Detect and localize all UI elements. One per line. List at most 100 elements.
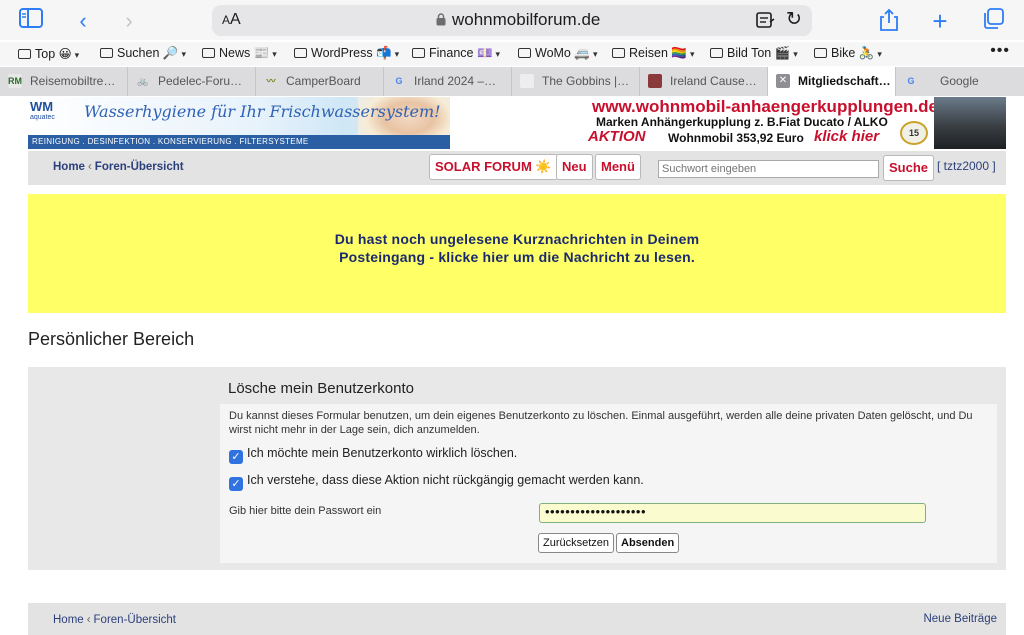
bookmark-folder-wordpress[interactable]: WordPress 📬 ▾ xyxy=(294,46,399,61)
banner-strip: REINIGUNG . DESINFEKTION . KONSERVIERUNG… xyxy=(28,135,450,149)
wm-logo-sub: aquatec xyxy=(30,114,55,121)
menu-button[interactable]: Menü xyxy=(595,154,641,180)
tab-the-gobbins[interactable]: The Gobbins |… xyxy=(512,67,640,96)
chevron-down-icon: ▾ xyxy=(394,49,400,59)
chevron-down-icon: ▾ xyxy=(877,49,882,59)
bookmark-label: Top 😀 xyxy=(35,47,72,61)
tab-irland-2024[interactable]: G Irland 2024 –… xyxy=(384,67,512,96)
tab-label: Irland 2024 –… xyxy=(414,74,497,88)
favicon-icon: RM xyxy=(8,74,22,88)
sidebar-icon[interactable] xyxy=(18,8,44,34)
banner-price: Wohnmobil 353,92 Euro xyxy=(668,131,804,145)
new-tab-icon[interactable]: + xyxy=(927,8,953,34)
bookmark-folder-bild-ton[interactable]: Bild Ton 🎬 ▾ xyxy=(710,46,798,61)
chevron-down-icon: ▾ xyxy=(592,49,598,59)
confirm-delete-checkbox[interactable]: ✓ xyxy=(229,450,243,464)
footer-home-link[interactable]: Home xyxy=(53,614,84,626)
bookmark-label: Bike 🚴 xyxy=(831,46,875,60)
folder-icon xyxy=(100,48,113,58)
favicon-icon xyxy=(520,74,534,88)
new-button[interactable]: Neu xyxy=(556,154,593,180)
search-input[interactable] xyxy=(658,160,879,178)
ad-banner-towbars[interactable]: www.wohnmobil-anhaengerkupplungen.de Mar… xyxy=(586,97,1006,149)
wm-logo: WM xyxy=(30,99,54,114)
chevron-down-icon: ▾ xyxy=(689,49,695,59)
forward-icon[interactable]: › xyxy=(116,8,142,34)
confirm-delete-row[interactable]: ✓ Ich möchte mein Benutzerkonto wirklich … xyxy=(229,446,517,464)
banner-url: www.wohnmobil-anhaengerkupplungen.de xyxy=(592,97,938,116)
share-icon[interactable] xyxy=(876,8,902,34)
breadcrumb: Home ‹ Foren-Übersicht xyxy=(53,161,184,173)
chevron-down-icon: ▾ xyxy=(495,49,501,59)
bookmark-folder-top[interactable]: Top 😀 ▾ xyxy=(18,46,79,61)
folder-icon xyxy=(814,48,827,58)
ad-banner-water-hygiene[interactable]: WM aquatec Wasserhygiene für Ihr Frischw… xyxy=(28,97,450,149)
bookmark-label: Suchen 🔎 xyxy=(117,46,179,60)
back-icon[interactable]: ‹ xyxy=(70,8,96,34)
tab-pedelec-forum[interactable]: 🚲 Pedelec-Foru… xyxy=(128,67,256,96)
folder-icon xyxy=(518,48,531,58)
address-bar[interactable]: AA wohnmobilforum.de ↻ xyxy=(212,5,812,36)
bookmark-folder-womo[interactable]: WoMo 🚐 ▾ xyxy=(518,46,597,61)
folder-icon xyxy=(294,48,307,58)
banner-subline: Marken Anhängerkupplung z. B.Fiat Ducato… xyxy=(596,115,888,129)
text-size-button[interactable]: AA xyxy=(222,11,241,29)
unread-messages-notice[interactable]: Du hast noch ungelesene Kurznachrichten … xyxy=(28,194,1006,313)
bookmark-folder-finance[interactable]: Finance 💷 ▾ xyxy=(412,46,500,61)
tab-strip: RM Reisemobiltre… 🚲 Pedelec-Foru… 〰 CamperB… xyxy=(0,67,1024,96)
confirm-irreversible-checkbox[interactable]: ✓ xyxy=(229,477,243,491)
panel-title: Lösche mein Benutzerkonto xyxy=(228,380,414,397)
reader-mode-icon[interactable] xyxy=(756,11,776,29)
breadcrumb-home-link[interactable]: Home xyxy=(53,161,85,173)
forum-footer: Home ‹ Foren-Übersicht Neue Beiträge xyxy=(28,603,1006,635)
breadcrumb-separator: ‹ xyxy=(86,614,91,626)
tab-label: CamperBoard xyxy=(286,74,361,88)
tabs-overview-icon[interactable] xyxy=(980,8,1006,34)
more-bookmarks-icon[interactable]: ••• xyxy=(990,42,1010,60)
favicon-icon: 〰 xyxy=(266,76,276,86)
tab-google[interactable]: G Google xyxy=(896,67,1024,96)
new-posts-link[interactable]: Neue Beiträge xyxy=(923,613,997,625)
tab-label: The Gobbins |… xyxy=(542,74,630,88)
folder-icon xyxy=(612,48,625,58)
reset-button[interactable]: Zurücksetzen xyxy=(538,533,615,553)
tab-reisemobiltreff[interactable]: RM Reisemobiltre… xyxy=(0,67,128,96)
breadcrumb-forum-overview-link[interactable]: Foren-Übersicht xyxy=(95,161,184,173)
bookmark-label: Finance 💷 xyxy=(429,46,493,60)
tab-ireland-causeway[interactable]: Ireland Cause… xyxy=(640,67,768,96)
reload-icon[interactable]: ↻ xyxy=(786,8,802,31)
page-title: Persönlicher Bereich xyxy=(28,329,195,349)
google-icon: G xyxy=(395,76,403,86)
delete-account-form: Du kannst dieses Formular benutzen, um d… xyxy=(220,404,997,563)
banner-aktion: AKTION xyxy=(588,128,646,145)
submit-button[interactable]: Absenden xyxy=(616,533,680,553)
form-description: Du kannst dieses Formular benutzen, um d… xyxy=(229,410,973,436)
tab-mitgliedschaft[interactable]: ✕ Mitgliedschaft… xyxy=(768,67,896,96)
password-field[interactable]: •••••••••••••••••••• xyxy=(539,503,926,523)
tab-label: Mitgliedschaft… xyxy=(798,74,891,88)
anniversary-badge: 15 xyxy=(900,121,928,145)
confirm-delete-label: Ich möchte mein Benutzerkonto wirklich l… xyxy=(247,446,518,460)
bookmark-folder-reisen[interactable]: Reisen 🏳️‍🌈 ▾ xyxy=(612,46,694,61)
solar-forum-button[interactable]: SOLAR FORUM ☀️ xyxy=(429,154,558,180)
confirm-irreversible-label: Ich verstehe, dass diese Aktion nicht rü… xyxy=(247,473,644,487)
search-button[interactable]: Suche xyxy=(883,155,935,181)
user-profile-link[interactable]: [ tztz2000 ] xyxy=(937,159,996,173)
tab-camperboard[interactable]: 〰 CamperBoard xyxy=(256,67,384,96)
footer-forum-overview-link[interactable]: Foren-Übersicht xyxy=(94,614,176,626)
favicon-icon xyxy=(648,74,662,88)
footer-breadcrumb: Home ‹ Foren-Übersicht xyxy=(53,614,176,626)
bookmark-folder-suchen[interactable]: Suchen 🔎 ▾ xyxy=(100,46,186,61)
notice-line-2[interactable]: Posteingang - klicke hier um die Nachric… xyxy=(339,249,695,265)
confirm-irreversible-row[interactable]: ✓ Ich verstehe, dass diese Aktion nicht r… xyxy=(229,473,644,491)
bookmark-folder-bike[interactable]: Bike 🚴 ▾ xyxy=(814,46,882,61)
url-text: wohnmobilforum.de xyxy=(452,10,601,29)
close-tab-icon[interactable]: ✕ xyxy=(776,74,790,88)
forum-navbar: Home ‹ Foren-Übersicht SOLAR FORUM ☀️ Neu … xyxy=(28,151,1006,185)
tab-label: Pedelec-Foru… xyxy=(158,74,243,88)
bookmarks-bar: Top 😀 ▾ Suchen 🔎 ▾ News 📰 ▾ WordPress 📬 ▾ Fi… xyxy=(0,42,1024,66)
breadcrumb-separator: ‹ xyxy=(87,161,92,173)
tab-label: Google xyxy=(940,74,979,88)
banner-cta: klick hier xyxy=(814,128,880,145)
bookmark-folder-news[interactable]: News 📰 ▾ xyxy=(202,46,277,61)
